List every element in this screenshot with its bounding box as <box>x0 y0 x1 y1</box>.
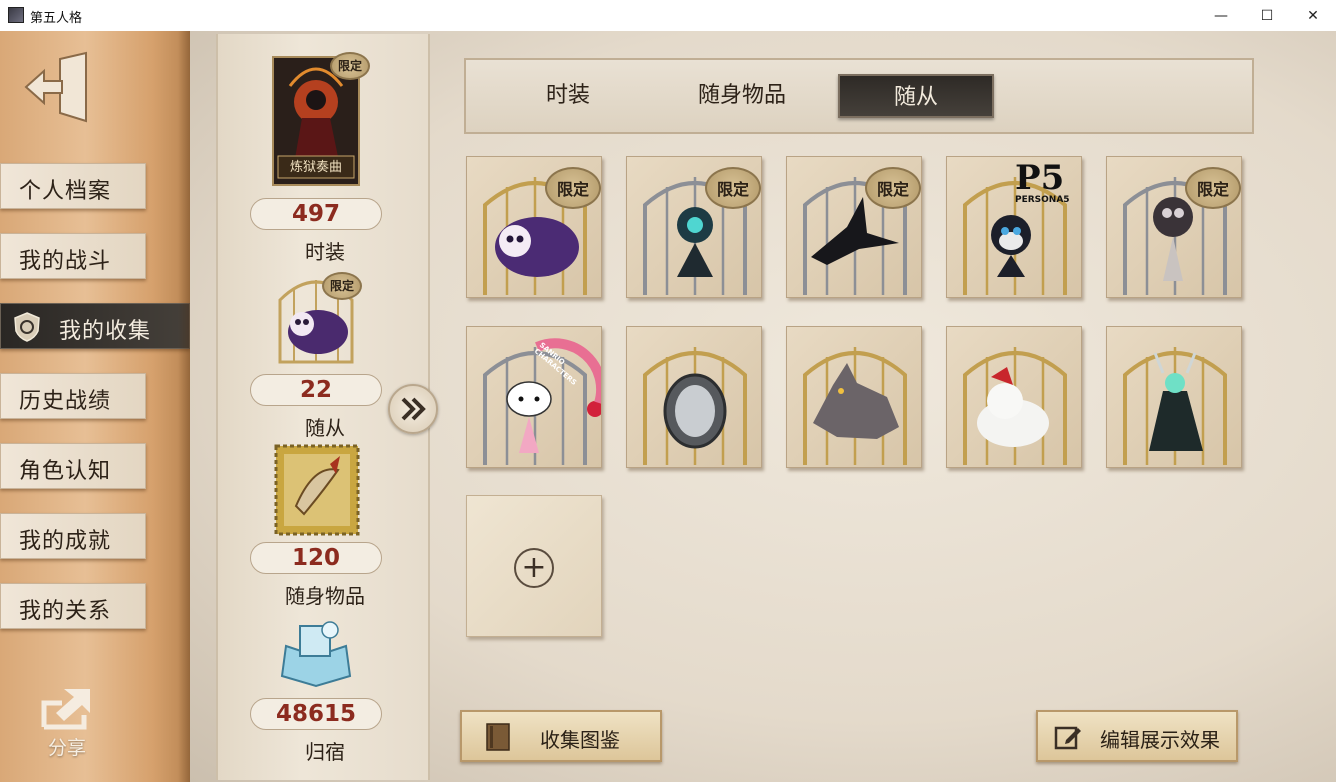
pet-card-black-dragon[interactable]: 限定 <box>786 156 922 298</box>
close-button[interactable]: ✕ <box>1290 0 1336 31</box>
app-icon <box>8 7 24 23</box>
pet-card-dark-shadow[interactable]: 限定 <box>1106 156 1242 298</box>
limited-badge: 限定 <box>705 167 761 209</box>
tab-costume[interactable]: 时装 <box>518 74 618 118</box>
encyclopedia-label: 收集图鉴 <box>540 728 620 752</box>
limited-badge: 限定 <box>1185 167 1241 209</box>
share-icon <box>41 689 90 730</box>
pet-limited-badge: 限定 <box>322 272 362 300</box>
tab-accessory[interactable]: 随身物品 <box>680 74 804 118</box>
expand-button[interactable] <box>388 384 438 434</box>
gold-cage-icon <box>963 347 1067 465</box>
plus-icon: + <box>514 548 554 588</box>
gold-cage-icon <box>803 347 907 465</box>
sidebar-item-relations[interactable]: 我的关系 <box>0 583 146 629</box>
exit-icon[interactable] <box>24 51 94 123</box>
sidebar-item-label: 个人档案 <box>19 179 112 204</box>
costume-card-label: 炼狱奏曲 <box>289 160 342 175</box>
maximize-button[interactable]: ☐ <box>1244 0 1290 31</box>
accessory-count: 120 <box>250 542 382 574</box>
sidebar-item-battles[interactable]: 我的战斗 <box>0 233 146 279</box>
pet-card-mirror[interactable] <box>626 326 762 468</box>
costume-count: 497 <box>250 198 382 230</box>
persona5-logo: P5 PERSONA5 <box>1015 158 1070 205</box>
sidebar-item-history[interactable]: 历史战绩 <box>0 373 146 419</box>
title-bar: 第五人格 — ☐ ✕ <box>0 0 1336 32</box>
gold-cage-icon <box>1123 347 1227 465</box>
sidebar-item-label: 历史战绩 <box>19 389 112 414</box>
sidebar-item-character-cognition[interactable]: 角色认知 <box>0 443 146 489</box>
sidebar-item-label: 我的战斗 <box>19 249 112 274</box>
edit-display-label: 编辑展示效果 <box>1100 728 1220 752</box>
gold-cage-icon <box>643 347 747 465</box>
window-title: 第五人格 <box>30 11 83 26</box>
costume-limited-badge: 限定 <box>330 52 370 80</box>
tab-pet[interactable]: 随从 <box>838 74 994 118</box>
pet-card-green-antler[interactable] <box>1106 326 1242 468</box>
silver-cage-icon <box>483 338 601 465</box>
accessory-summary-image[interactable] <box>274 444 360 536</box>
edit-icon <box>1054 726 1081 750</box>
sidebar-item-label: 我的关系 <box>19 599 112 624</box>
accessory-label: 随身物品 <box>285 584 365 608</box>
sidebar-item-collection[interactable]: 我的收集 <box>0 303 190 349</box>
pet-card-morgana[interactable]: P5 PERSONA5 <box>946 156 1082 298</box>
add-pet-slot[interactable]: + <box>466 495 602 637</box>
sidebar-item-profile[interactable]: 个人档案 <box>0 163 146 209</box>
dorm-summary-image[interactable] <box>276 616 356 692</box>
sidebar-item-label: 我的收集 <box>59 319 152 344</box>
collection-encyclopedia-button[interactable]: 收集图鉴 <box>460 710 662 762</box>
limited-badge: 限定 <box>865 167 921 209</box>
sidebar-item-label: 我的成就 <box>19 529 112 554</box>
share-label: 分享 <box>47 737 86 759</box>
pet-card-purple-sheep[interactable]: 限定 <box>466 156 602 298</box>
game-window: 第五人格 — ☐ ✕ 个人档案 我的战斗 我的收集 历史战绩 角色认知 我的成就… <box>0 0 1336 782</box>
dorm-count: 48615 <box>250 698 382 730</box>
shield-icon <box>14 312 40 342</box>
sidebar-item-label: 角色认知 <box>19 459 112 484</box>
category-tabs: 时装 随身物品 随从 <box>464 58 1254 134</box>
edit-display-button[interactable]: 编辑展示效果 <box>1036 710 1238 762</box>
dorm-label: 归宿 <box>305 740 345 764</box>
double-chevron-right-icon <box>401 397 426 421</box>
sidebar: 个人档案 我的战斗 我的收集 历史战绩 角色认知 我的成就 我的关系 分享 <box>0 31 190 782</box>
pet-count: 22 <box>250 374 382 406</box>
share-button[interactable]: 分享 <box>34 681 100 761</box>
book-icon <box>486 723 510 751</box>
minimize-button[interactable]: — <box>1198 0 1244 31</box>
sidebar-item-achievements[interactable]: 我的成就 <box>0 513 146 559</box>
pet-card-teal-flower[interactable]: 限定 <box>626 156 762 298</box>
costume-label: 时装 <box>305 240 345 264</box>
pet-card-gray-wolf[interactable] <box>786 326 922 468</box>
limited-badge: 限定 <box>545 167 601 209</box>
pet-card-white-fox[interactable] <box>946 326 1082 468</box>
pet-card-hello-kitty[interactable]: SANRIO CHARACTERS <box>466 326 602 468</box>
